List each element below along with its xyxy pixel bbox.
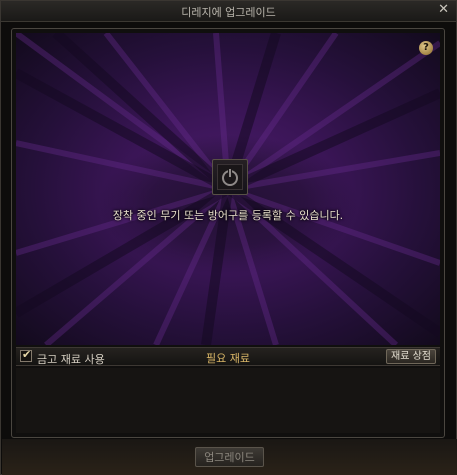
item-stage: ? 장착 중인 무기 또는 방어구를 등록할 수 있습니다. <box>16 33 440 345</box>
required-materials-label: 필요 재료 <box>206 352 250 365</box>
help-icon[interactable]: ? <box>419 41 433 55</box>
window-title: 디레지에 업그레이드 <box>181 6 276 19</box>
title-bar[interactable]: 디레지에 업그레이드 ✕ <box>1 1 456 22</box>
upgrade-panel: ? 장착 중인 무기 또는 방어구를 등록할 수 있습니다. ✔ 금고 재료 사… <box>11 28 445 438</box>
close-icon[interactable]: ✕ <box>438 2 449 17</box>
upgrade-button[interactable]: 업그레이드 <box>195 447 264 467</box>
register-hint: 장착 중인 무기 또는 방어구를 등록할 수 있습니다. <box>112 209 344 222</box>
upgrade-window: 디레지에 업그레이드 ✕ ? 장착 중인 무기 또는 방어구를 등록할 수 있습… <box>0 0 457 475</box>
power-icon <box>222 167 238 186</box>
item-slot[interactable] <box>212 159 248 195</box>
item-slot-frame <box>217 164 243 190</box>
materials-list <box>16 368 440 433</box>
materials-header: ✔ 금고 재료 사용 필요 재료 재료 상점 <box>16 347 440 366</box>
material-shop-button[interactable]: 재료 상점 <box>386 349 436 364</box>
